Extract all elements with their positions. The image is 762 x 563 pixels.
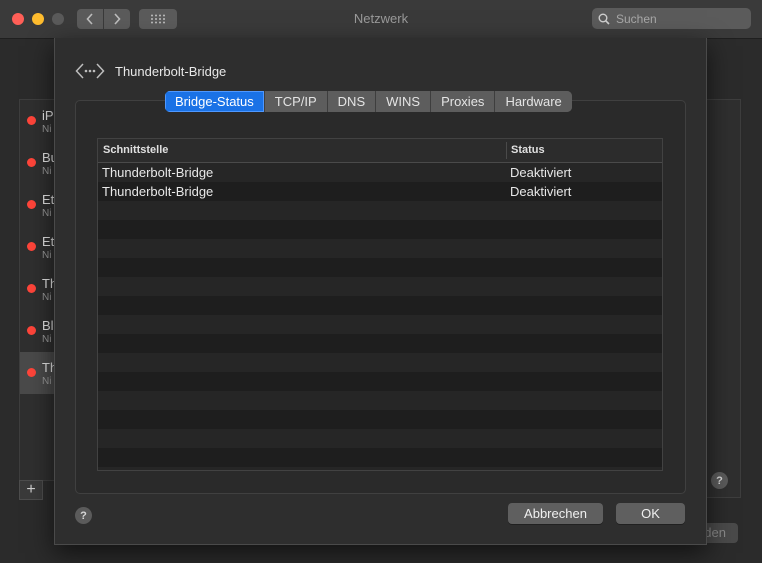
- status-dot-icon: [27, 368, 36, 377]
- service-status: Ni: [42, 208, 52, 219]
- empty-table-row: [98, 239, 662, 258]
- service-name: Et: [42, 234, 55, 249]
- cancel-button[interactable]: Abbrechen: [508, 503, 603, 524]
- empty-table-row: [98, 315, 662, 334]
- empty-table-row: [98, 258, 662, 277]
- title-bar: Netzwerk: [0, 0, 762, 39]
- tab-hardware[interactable]: Hardware: [495, 91, 572, 112]
- search-icon: [598, 13, 610, 25]
- service-item[interactable]: iP Ni: [20, 100, 56, 142]
- service-detail-panel: [706, 99, 741, 498]
- tab-proxies[interactable]: Proxies: [431, 91, 496, 112]
- add-service-button[interactable]: +: [19, 480, 43, 500]
- sheet-title: Thunderbolt-Bridge: [115, 63, 227, 79]
- service-list: iP Ni Bu Ni Et Ni Et Ni Th Ni Bl Ni Th N…: [19, 99, 57, 481]
- column-header-status[interactable]: Status: [511, 144, 545, 156]
- service-status: Ni: [42, 166, 52, 177]
- help-button[interactable]: ?: [711, 472, 728, 489]
- empty-table-row: [98, 277, 662, 296]
- empty-table-row: [98, 429, 662, 448]
- status-dot-icon: [27, 284, 36, 293]
- table-header: Schnittstelle Status: [98, 139, 662, 163]
- service-status: Ni: [42, 292, 52, 303]
- service-item[interactable]: Bu Ni: [20, 142, 56, 184]
- status-cell: Deaktiviert: [510, 184, 572, 199]
- advanced-settings-sheet: Thunderbolt-Bridge Bridge-Status TCP/IP …: [54, 38, 707, 545]
- table-row[interactable]: Thunderbolt-Bridge Deaktiviert: [98, 163, 662, 182]
- empty-table-row: [98, 296, 662, 315]
- empty-table-row: [98, 391, 662, 410]
- sheet-header: Thunderbolt-Bridge: [75, 60, 226, 82]
- service-status: Ni: [42, 124, 52, 135]
- thunderbolt-bridge-icon: [75, 63, 105, 79]
- empty-table-row: [98, 372, 662, 391]
- service-name: Et: [42, 192, 55, 207]
- empty-table-row: [98, 334, 662, 353]
- tab-dns[interactable]: DNS: [327, 91, 377, 112]
- table-body: Thunderbolt-Bridge Deaktiviert Thunderbo…: [98, 163, 662, 467]
- status-dot-icon: [27, 158, 36, 167]
- service-status: Ni: [42, 376, 52, 387]
- column-divider: [506, 142, 507, 159]
- tab-wins[interactable]: WINS: [376, 91, 432, 112]
- ok-button[interactable]: OK: [616, 503, 685, 524]
- tab-tcp-ip[interactable]: TCP/IP: [264, 91, 328, 112]
- interface-cell: Thunderbolt-Bridge: [102, 165, 214, 180]
- service-status: Ni: [42, 250, 52, 261]
- network-preferences-window: Netzwerk iP Ni Bu Ni Et Ni Et: [0, 0, 762, 563]
- tab-bar: Bridge-Status TCP/IP DNS WINS Proxies Ha…: [165, 91, 572, 112]
- empty-table-row: [98, 201, 662, 220]
- empty-table-row: [98, 448, 662, 467]
- tab-bridge-status[interactable]: Bridge-Status: [165, 91, 265, 112]
- service-item[interactable]: Et Ni: [20, 184, 56, 226]
- service-item[interactable]: Bl Ni: [20, 310, 56, 352]
- service-name: Bl: [42, 318, 54, 333]
- apply-button-label: den: [704, 525, 726, 540]
- column-header-interface[interactable]: Schnittstelle: [103, 144, 168, 156]
- search-input[interactable]: [614, 10, 748, 27]
- status-cell: Deaktiviert: [510, 165, 572, 180]
- empty-table-row: [98, 220, 662, 239]
- status-dot-icon: [27, 326, 36, 335]
- service-item[interactable]: Th Ni: [20, 268, 56, 310]
- status-dot-icon: [27, 200, 36, 209]
- help-button[interactable]: ?: [75, 507, 92, 524]
- status-dot-icon: [27, 116, 36, 125]
- search-field[interactable]: [592, 8, 751, 29]
- empty-table-row: [98, 353, 662, 372]
- service-item[interactable]: Et Ni: [20, 226, 56, 268]
- interface-cell: Thunderbolt-Bridge: [102, 184, 214, 199]
- empty-table-row: [98, 410, 662, 429]
- service-name: iP: [42, 108, 54, 123]
- service-item-selected[interactable]: Th Ni: [20, 352, 56, 394]
- interface-table: Schnittstelle Status Thunderbolt-Bridge …: [97, 138, 663, 471]
- table-row[interactable]: Thunderbolt-Bridge Deaktiviert: [98, 182, 662, 201]
- status-dot-icon: [27, 242, 36, 251]
- service-status: Ni: [42, 334, 52, 345]
